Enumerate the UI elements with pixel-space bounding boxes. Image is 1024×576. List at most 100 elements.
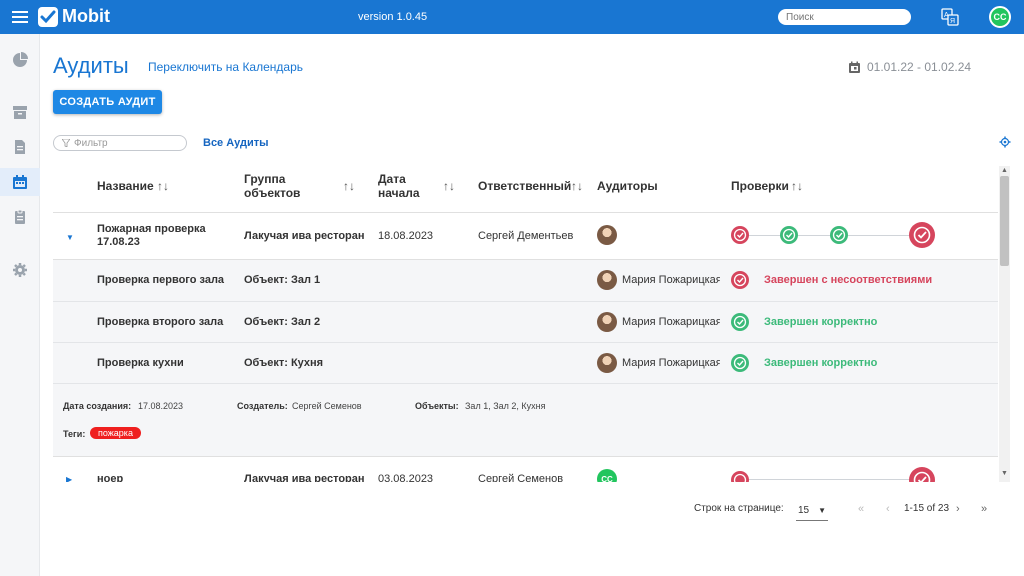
subitem-auditor: Мария Пожарицкая bbox=[622, 316, 720, 328]
column-group[interactable]: Группа объектов bbox=[244, 160, 300, 212]
check-final-error-icon[interactable] bbox=[909, 467, 935, 482]
avatar bbox=[597, 312, 617, 332]
audit-group: Лакучая ива ресторан bbox=[244, 230, 365, 242]
first-page-icon[interactable]: « bbox=[858, 503, 864, 515]
scrollbar-thumb[interactable] bbox=[1000, 176, 1009, 266]
avatar bbox=[597, 270, 617, 290]
checks-progress-line bbox=[739, 479, 922, 480]
tag-badge[interactable]: пожарка bbox=[90, 427, 141, 439]
last-page-icon[interactable]: » bbox=[981, 503, 987, 515]
page-range: 1-15 of 23 bbox=[904, 503, 950, 514]
objects-value: Зал 1, Зал 2, Кухня bbox=[465, 401, 546, 411]
subitem-name: Проверка первого зала bbox=[97, 274, 225, 286]
sort-checks-icon[interactable]: ↑↓ bbox=[791, 179, 803, 193]
column-auditors: Аудиторы bbox=[597, 160, 658, 212]
date-range-picker[interactable]: 01.01.22 - 01.02.24 bbox=[848, 60, 971, 74]
table-settings-icon[interactable] bbox=[999, 135, 1011, 148]
column-name[interactable]: Название bbox=[97, 160, 154, 212]
filter-input[interactable]: Фильтр bbox=[53, 135, 187, 151]
avatar bbox=[597, 225, 617, 245]
filter-placeholder: Фильтр bbox=[74, 137, 108, 149]
sort-date-icon[interactable]: ↑↓ bbox=[443, 179, 455, 193]
all-audits-dropdown[interactable]: Все Аудиты bbox=[203, 137, 269, 149]
table-row[interactable]: ▶ ноер Лакучая ива ресторан 03.08.2023 С… bbox=[53, 456, 998, 482]
tags-label: Теги: bbox=[63, 429, 86, 439]
rows-per-page-label: Строк на странице: bbox=[694, 503, 784, 514]
check-error-icon[interactable] bbox=[731, 471, 749, 482]
sidebar bbox=[0, 34, 40, 576]
archive-icon[interactable] bbox=[0, 98, 40, 126]
column-checks-label: Проверки bbox=[731, 179, 789, 193]
audit-date: 03.08.2023 bbox=[378, 473, 434, 482]
subitem-object: Объект: Зал 2 bbox=[244, 316, 321, 328]
column-responsible[interactable]: Ответственный bbox=[478, 160, 571, 212]
scroll-up-icon[interactable]: ▲ bbox=[1001, 167, 1008, 174]
column-group-label-2: объектов bbox=[244, 186, 301, 200]
clipboard-icon[interactable] bbox=[0, 203, 40, 231]
document-icon[interactable] bbox=[0, 133, 40, 161]
check-error-icon bbox=[731, 271, 749, 289]
search-input[interactable] bbox=[778, 9, 911, 25]
created-label: Дата создания: bbox=[63, 401, 132, 411]
switch-to-calendar-link[interactable]: Переключить на Календарь bbox=[148, 60, 303, 74]
rows-per-page-select[interactable]: 15 ▼ bbox=[796, 501, 828, 521]
subitem-object: Объект: Кухня bbox=[244, 357, 324, 369]
expand-icon[interactable]: ▶ bbox=[66, 475, 72, 482]
column-name-label: Название bbox=[97, 179, 154, 193]
audit-group: Лакучая ива ресторан bbox=[244, 473, 365, 482]
creator-value: Сергей Семенов bbox=[292, 401, 362, 411]
audits-table: Название ↑↓ Группа объектов ↑↓ Дата нача… bbox=[53, 160, 998, 482]
audit-name-line1: Пожарная проверка bbox=[97, 223, 206, 235]
check-error-icon[interactable] bbox=[731, 226, 749, 244]
audit-name-line2: 17.08.23 bbox=[97, 236, 140, 248]
subitem-auditor: Мария Пожарицкая bbox=[622, 274, 720, 286]
column-date-label-2: начала bbox=[378, 186, 420, 200]
subitem-name: Проверка кухни bbox=[97, 357, 184, 369]
collapse-icon[interactable]: ▼ bbox=[66, 233, 74, 242]
audit-responsible: Сергей Дементьев bbox=[478, 230, 574, 242]
svg-text:Я: Я bbox=[950, 18, 955, 25]
prev-page-icon[interactable]: ‹ bbox=[886, 503, 890, 515]
table-row[interactable]: ▼ Пожарная проверка 17.08.23 Лакучая ива… bbox=[53, 213, 998, 260]
calendar-icon bbox=[849, 61, 860, 73]
user-avatar[interactable]: CC bbox=[989, 6, 1011, 28]
subitem-object: Объект: Зал 1 bbox=[244, 274, 321, 286]
sort-name-icon[interactable]: ↑↓ bbox=[157, 179, 169, 193]
dropdown-arrow-icon: ▼ bbox=[818, 506, 826, 515]
date-range-text: 01.01.22 - 01.02.24 bbox=[867, 60, 972, 74]
next-page-icon[interactable]: › bbox=[956, 503, 960, 515]
column-date-label-1: Дата bbox=[378, 172, 406, 186]
app-title: Mobit bbox=[62, 6, 110, 26]
subitem-status: Завершен корректно bbox=[764, 357, 878, 369]
subitem-status: Завершен корректно bbox=[764, 316, 878, 328]
check-final-error-icon[interactable] bbox=[909, 222, 935, 248]
sort-responsible-icon[interactable]: ↑↓ bbox=[571, 179, 583, 193]
divider bbox=[53, 301, 998, 302]
calendar-icon[interactable] bbox=[0, 168, 40, 196]
sort-group-icon[interactable]: ↑↓ bbox=[343, 179, 355, 193]
subitem-name: Проверка второго зала bbox=[97, 316, 224, 328]
column-group-label-1: Группа bbox=[244, 172, 286, 186]
menu-icon[interactable] bbox=[12, 8, 30, 26]
translate-icon[interactable]: AЯ bbox=[941, 8, 959, 26]
audit-date: 18.08.2023 bbox=[378, 230, 434, 242]
column-checks[interactable]: Проверки bbox=[731, 160, 789, 212]
check-ok-icon[interactable] bbox=[830, 226, 848, 244]
subitem-auditor: Мария Пожарицкая bbox=[622, 357, 720, 369]
column-date[interactable]: Дата начала bbox=[378, 160, 420, 212]
settings-icon[interactable] bbox=[0, 256, 40, 284]
dashboard-icon[interactable] bbox=[0, 46, 40, 74]
column-responsible-label: Ответственный bbox=[478, 179, 572, 193]
check-ok-icon bbox=[731, 354, 749, 372]
table-scrollbar[interactable]: ▲ ▼ bbox=[999, 166, 1010, 482]
rows-per-page-value: 15 bbox=[798, 505, 810, 516]
column-auditors-label: Аудиторы bbox=[597, 179, 658, 193]
create-audit-button[interactable]: СОЗДАТЬ АУДИТ bbox=[53, 90, 162, 114]
scroll-down-icon[interactable]: ▼ bbox=[1001, 470, 1008, 477]
creator-label: Создатель: bbox=[237, 401, 288, 411]
filter-icon bbox=[62, 139, 70, 147]
divider bbox=[53, 383, 998, 384]
avatar: CC bbox=[597, 469, 617, 482]
audit-responsible: Сергей Семенов bbox=[478, 473, 564, 482]
check-ok-icon[interactable] bbox=[780, 226, 798, 244]
